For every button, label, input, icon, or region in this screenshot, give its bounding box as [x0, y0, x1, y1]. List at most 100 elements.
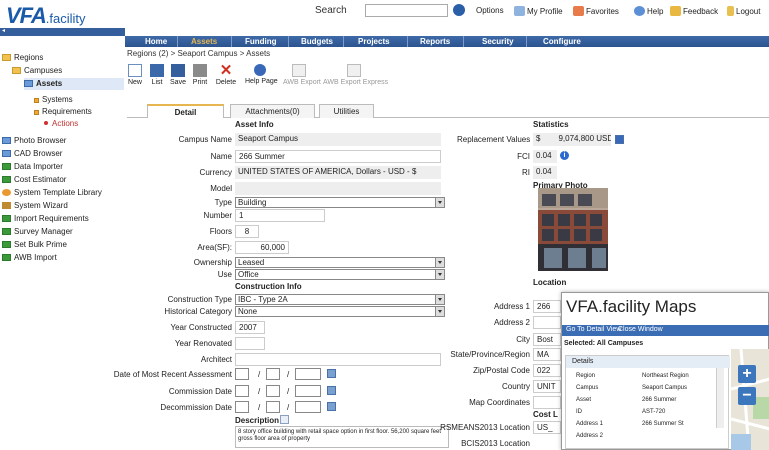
sidebar-item-system-wizard[interactable]: System Wizard — [2, 200, 68, 212]
favorites-link[interactable]: Favorites — [573, 6, 619, 16]
assessment-month-input[interactable] — [235, 368, 249, 380]
nav-home[interactable]: Home — [145, 36, 167, 47]
year-renovated-field[interactable] — [235, 337, 265, 350]
calendar-icon[interactable] — [327, 386, 336, 395]
requirement-icon — [34, 110, 39, 115]
ownership-select[interactable]: Leased — [235, 257, 445, 268]
search-go-icon[interactable] — [453, 4, 465, 16]
sidebar-item-campuses[interactable]: Campuses — [12, 65, 62, 77]
historical-category-select[interactable]: None — [235, 306, 445, 317]
options-link[interactable]: Options — [476, 6, 504, 15]
sidebar-item-data-importer[interactable]: Data Importer — [2, 161, 63, 173]
city-field[interactable]: Bost — [533, 333, 561, 346]
sidebar-item-cost-estimator[interactable]: Cost Estimator — [2, 174, 66, 186]
sidebar-item-assets[interactable]: Assets — [24, 78, 124, 90]
decommission-day-input[interactable] — [266, 401, 280, 413]
details-scrollbar[interactable] — [716, 368, 724, 428]
nav-reports[interactable]: Reports — [420, 36, 450, 47]
number-field[interactable]: 1 — [235, 209, 325, 222]
help-page-button[interactable]: Help Page — [245, 62, 278, 90]
construction-type-select[interactable]: IBC - Type 2A — [235, 294, 445, 305]
type-select[interactable]: Building — [235, 197, 445, 208]
sidebar-collapse-bar[interactable]: ◂ — [0, 28, 125, 36]
commission-year-input[interactable] — [295, 385, 321, 397]
decommission-month-input[interactable] — [235, 401, 249, 413]
area-field[interactable]: 60,000 — [235, 241, 289, 254]
search-input[interactable] — [365, 4, 448, 17]
sidebar-item-actions[interactable]: Actions — [44, 118, 78, 130]
primary-photo[interactable] — [538, 188, 608, 271]
decommission-year-input[interactable] — [295, 401, 321, 413]
state-field[interactable]: MA — [533, 348, 561, 361]
asset-icon — [24, 80, 33, 87]
my-profile-link[interactable]: My Profile — [514, 6, 563, 16]
description-field[interactable]: 8 story office building with retail spac… — [235, 426, 449, 448]
dropdown-arrow-icon[interactable] — [435, 307, 444, 316]
country-field[interactable]: UNIT — [533, 380, 561, 393]
zoom-out-button[interactable]: − — [738, 387, 756, 405]
top-bar: Search Options My Profile Favorites Help… — [125, 0, 769, 22]
currency-label: Currency — [199, 168, 232, 177]
photo-icon — [2, 137, 11, 144]
sidebar-item-set-bulk-prime[interactable]: Set Bulk Prime — [2, 239, 67, 251]
commission-day-input[interactable] — [266, 385, 280, 397]
sidebar-item-photo-browser[interactable]: Photo Browser — [2, 135, 66, 147]
map-coordinates-field[interactable] — [533, 396, 561, 409]
use-select[interactable]: Office — [235, 269, 445, 280]
help-link[interactable]: Help — [634, 6, 663, 16]
address1-field[interactable]: 266 — [533, 300, 561, 313]
collapse-icon[interactable]: ◂ — [2, 27, 5, 34]
close-window-link[interactable]: Close Window — [618, 326, 663, 333]
delete-button[interactable]: ✕ Delete — [214, 62, 238, 90]
info-icon[interactable]: i — [560, 151, 569, 160]
feedback-link[interactable]: Feedback — [670, 6, 718, 16]
nav-assets[interactable]: Assets — [191, 36, 217, 47]
breadcrumb[interactable]: Regions (2) > Seaport Campus > Assets — [127, 49, 270, 58]
print-button[interactable]: Print — [191, 62, 209, 90]
dropdown-arrow-icon[interactable] — [435, 258, 444, 267]
new-button[interactable]: New — [127, 62, 143, 90]
sidebar-item-cad-browser[interactable]: CAD Browser — [2, 148, 62, 160]
calculator-icon[interactable] — [615, 135, 624, 144]
awb-export-button[interactable]: AWB Export — [283, 62, 321, 90]
architect-field[interactable] — [235, 353, 441, 366]
nav-projects[interactable]: Projects — [358, 36, 390, 47]
awb-export-express-button[interactable]: AWB Export Express — [323, 62, 388, 90]
sidebar-item-awb-import[interactable]: AWB Import — [2, 252, 57, 264]
list-button[interactable]: List — [149, 62, 165, 90]
sidebar-item-requirements[interactable]: Requirements — [34, 106, 92, 118]
nav-funding[interactable]: Funding — [245, 36, 277, 47]
sidebar-item-system-template-library[interactable]: System Template Library — [2, 187, 102, 199]
sidebar-item-survey-manager[interactable]: Survey Manager — [2, 226, 73, 238]
year-constructed-field[interactable]: 2007 — [235, 321, 265, 334]
assessment-year-input[interactable] — [295, 368, 321, 380]
logout-link[interactable]: Logout — [727, 6, 760, 16]
name-field[interactable]: 266 Summer — [235, 150, 441, 163]
tab-utilities[interactable]: Utilities — [319, 104, 374, 118]
sidebar-item-systems[interactable]: Systems — [34, 94, 73, 106]
calendar-icon[interactable] — [327, 369, 336, 378]
nav-security[interactable]: Security — [482, 36, 514, 47]
dropdown-arrow-icon[interactable] — [435, 295, 444, 304]
sidebar-item-regions[interactable]: Regions — [2, 52, 43, 64]
edit-icon[interactable] — [280, 415, 289, 424]
zip-field[interactable]: 022 — [533, 364, 561, 377]
maps-details-heading[interactable]: Details — [566, 356, 730, 368]
dropdown-arrow-icon[interactable] — [435, 270, 444, 279]
rsmeans-location-field[interactable]: US_ — [533, 421, 561, 434]
address2-field[interactable] — [533, 316, 561, 329]
nav-budgets[interactable]: Budgets — [301, 36, 333, 47]
tab-attachments[interactable]: Attachments(0) — [230, 104, 315, 118]
calendar-icon[interactable] — [327, 402, 336, 411]
dropdown-arrow-icon[interactable] — [435, 198, 444, 207]
floors-field[interactable]: 8 — [235, 225, 259, 238]
detail-row-label: ID — [576, 409, 582, 415]
commission-month-input[interactable] — [235, 385, 249, 397]
nav-configure[interactable]: Configure — [543, 36, 581, 47]
assessment-day-input[interactable] — [266, 368, 280, 380]
sidebar-item-import-requirements[interactable]: Import Requirements — [2, 213, 89, 225]
go-to-detail-view-link[interactable]: Go To Detail View — [566, 326, 621, 333]
tab-detail[interactable]: Detail — [147, 104, 224, 118]
zoom-in-button[interactable]: + — [738, 365, 756, 383]
save-button[interactable]: Save — [169, 62, 187, 90]
